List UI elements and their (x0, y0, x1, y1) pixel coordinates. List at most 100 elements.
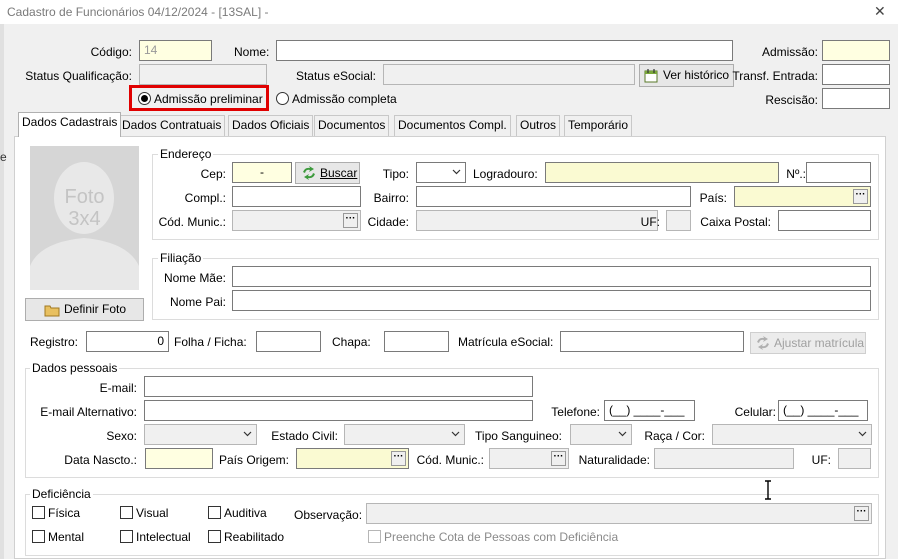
buscar-label: Buscar (320, 166, 358, 180)
registro-field[interactable]: 0 (86, 331, 169, 352)
folha-ficha-field[interactable] (256, 331, 321, 352)
definir-foto-label: Definir Foto (64, 302, 127, 316)
filiacao-group-label: Filiação (158, 251, 204, 265)
uf-pessoal-field (838, 448, 871, 469)
nome-mae-field[interactable] (232, 266, 871, 287)
tipo-sanguineo-label: Tipo Sanguineo: (475, 429, 562, 443)
ajustar-matricula-label: Ajustar matrícula (774, 336, 865, 350)
visual-checkbox[interactable] (120, 506, 133, 519)
tab-dados-cadastrais[interactable]: Dados Cadastrais (18, 112, 122, 137)
nome-mae-label: Nome Mãe: (163, 271, 226, 285)
cota-label: Preenche Cota de Pessoas com Deficiência (384, 530, 619, 544)
pais-origem-field[interactable]: ··· (296, 448, 409, 469)
caixa-postal-label: Caixa Postal: (700, 215, 771, 229)
email-alternativo-label: E-mail Alternativo: (40, 405, 137, 419)
cota-checkbox[interactable] (368, 530, 381, 543)
email-field[interactable] (144, 376, 533, 397)
raca-cor-select[interactable] (712, 424, 872, 445)
bairro-label: Bairro: (373, 191, 409, 205)
pais-origem-lookup-button[interactable]: ··· (391, 451, 406, 466)
cep-label: Cep: (200, 167, 226, 181)
cod-munic-field[interactable]: ··· (232, 210, 361, 231)
matricula-esocial-label: Matrícula eSocial: (458, 335, 554, 349)
pais-label: País: (699, 191, 727, 205)
email-label: E-mail: (99, 381, 137, 395)
compl-label: Compl.: (184, 191, 226, 205)
numero-label: Nº.: (786, 167, 806, 181)
tipo-select[interactable] (416, 162, 466, 183)
chevron-down-icon (451, 431, 460, 437)
nome-pai-field[interactable] (232, 290, 871, 311)
logradouro-label: Logradouro: (473, 167, 538, 181)
refresh-icon (303, 166, 315, 180)
fisica-label[interactable]: Física (48, 506, 80, 520)
chevron-down-icon (858, 431, 867, 437)
reabilitado-label[interactable]: Reabilitado (224, 530, 284, 544)
refresh-icon (757, 336, 769, 350)
data-nascto-field[interactable] (145, 448, 213, 469)
chevron-down-icon (452, 169, 461, 175)
cod-munic-label: Cód. Munic.: (158, 215, 226, 229)
pais-field[interactable]: ··· (734, 186, 871, 207)
endereco-group-label: Endereço (158, 147, 214, 161)
pais-lookup-button[interactable]: ··· (853, 189, 868, 204)
chapa-field[interactable] (384, 331, 449, 352)
cod-munic-lookup-button[interactable]: ··· (343, 213, 358, 228)
uf-label: UF: (640, 215, 660, 229)
panel-content: Foto 3x4 Definir Foto Endereço Cep: - Bu… (0, 0, 898, 559)
caixa-postal-field[interactable] (778, 210, 871, 231)
matricula-esocial-field[interactable] (560, 331, 744, 352)
chevron-down-icon (243, 431, 252, 437)
fisica-checkbox[interactable] (32, 506, 45, 519)
bairro-field[interactable] (416, 186, 691, 207)
data-nascto-label: Data Nascto.: (64, 453, 137, 467)
numero-field[interactable] (806, 162, 871, 183)
celular-field[interactable]: (__) ____-___ (778, 400, 868, 421)
auditiva-checkbox[interactable] (208, 506, 221, 519)
registro-label: Registro: (30, 335, 79, 349)
cep-field[interactable]: - (232, 162, 292, 183)
reabilitado-checkbox[interactable] (208, 530, 221, 543)
visual-label[interactable]: Visual (136, 506, 168, 520)
raca-cor-label: Raça / Cor: (644, 429, 705, 443)
uf-pessoal-label: UF: (811, 453, 831, 467)
tipo-sanguineo-select[interactable] (570, 424, 632, 445)
deficiencia-group-label: Deficiência (30, 487, 93, 501)
nome-pai-label: Nome Pai: (169, 295, 226, 309)
celular-label: Celular: (734, 405, 776, 419)
uf-field (666, 210, 691, 231)
definir-foto-button[interactable]: Definir Foto (25, 298, 144, 321)
observacao-field[interactable]: ··· (366, 503, 872, 524)
observacao-label: Observação: (294, 508, 363, 522)
estado-civil-select[interactable] (344, 424, 465, 445)
intelectual-checkbox[interactable] (120, 530, 133, 543)
telefone-field[interactable]: (__) ____-___ (604, 400, 695, 421)
dados-pessoais-group-label: Dados pessoais (30, 361, 120, 375)
observacao-lookup-button[interactable]: ··· (854, 506, 869, 521)
naturalidade-field (654, 448, 794, 469)
buscar-button[interactable]: Buscar (295, 162, 360, 184)
ajustar-matricula-button[interactable]: Ajustar matrícula (750, 332, 866, 354)
naturalidade-label: Naturalidade: (578, 453, 650, 467)
chapa-label: Chapa: (332, 335, 371, 349)
sexo-select[interactable] (144, 424, 257, 445)
pais-origem-label: País Origem: (218, 453, 289, 467)
photo-placeholder: Foto 3x4 (30, 146, 139, 290)
compl-field[interactable] (232, 186, 361, 207)
cod-munic-pessoal-field[interactable]: ··· (489, 448, 569, 469)
cod-munic-pessoal-label: Cód. Munic.: (416, 453, 484, 467)
folha-ficha-label: Folha / Ficha: (174, 335, 247, 349)
cod-munic-pessoal-lookup-button[interactable]: ··· (551, 451, 566, 466)
auditiva-label[interactable]: Auditiva (224, 506, 267, 520)
estado-civil-label: Estado Civil: (271, 429, 338, 443)
intelectual-label[interactable]: Intelectual (136, 530, 191, 544)
mental-checkbox[interactable] (32, 530, 45, 543)
email-alternativo-field[interactable] (144, 400, 533, 421)
folder-icon (44, 305, 60, 317)
logradouro-field[interactable] (545, 162, 779, 183)
cidade-label: Cidade: (367, 215, 409, 229)
telefone-label: Telefone: (551, 405, 600, 419)
chevron-down-icon (618, 431, 627, 437)
photo-text-line2: 3x4 (68, 208, 101, 230)
mental-label[interactable]: Mental (48, 530, 84, 544)
